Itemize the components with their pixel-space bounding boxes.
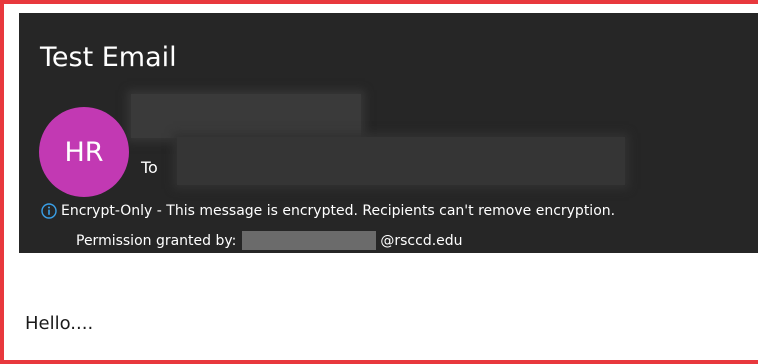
protection-notice-text: Encrypt-Only - This message is encrypted… bbox=[61, 203, 616, 219]
recipient-redacted bbox=[177, 137, 625, 185]
info-icon[interactable] bbox=[41, 203, 57, 219]
permission-domain: @rsccd.edu bbox=[380, 232, 463, 249]
permission-granted: Permission granted by: @rsccd.edu bbox=[76, 231, 463, 250]
email-reading-pane: Test Email HR To Encrypt-Only - This mes… bbox=[0, 0, 758, 364]
to-label: To bbox=[141, 158, 158, 177]
sender-name-redacted bbox=[131, 94, 361, 138]
email-body: Hello.... bbox=[25, 313, 94, 334]
email-header: Test Email HR To Encrypt-Only - This mes… bbox=[19, 13, 758, 253]
permission-label: Permission granted by: bbox=[76, 232, 237, 249]
email-subject: Test Email bbox=[40, 42, 177, 73]
permission-user-redacted bbox=[242, 231, 377, 250]
avatar[interactable]: HR bbox=[39, 107, 129, 197]
avatar-initials: HR bbox=[64, 136, 104, 168]
protection-notice: Encrypt-Only - This message is encrypted… bbox=[41, 203, 615, 219]
